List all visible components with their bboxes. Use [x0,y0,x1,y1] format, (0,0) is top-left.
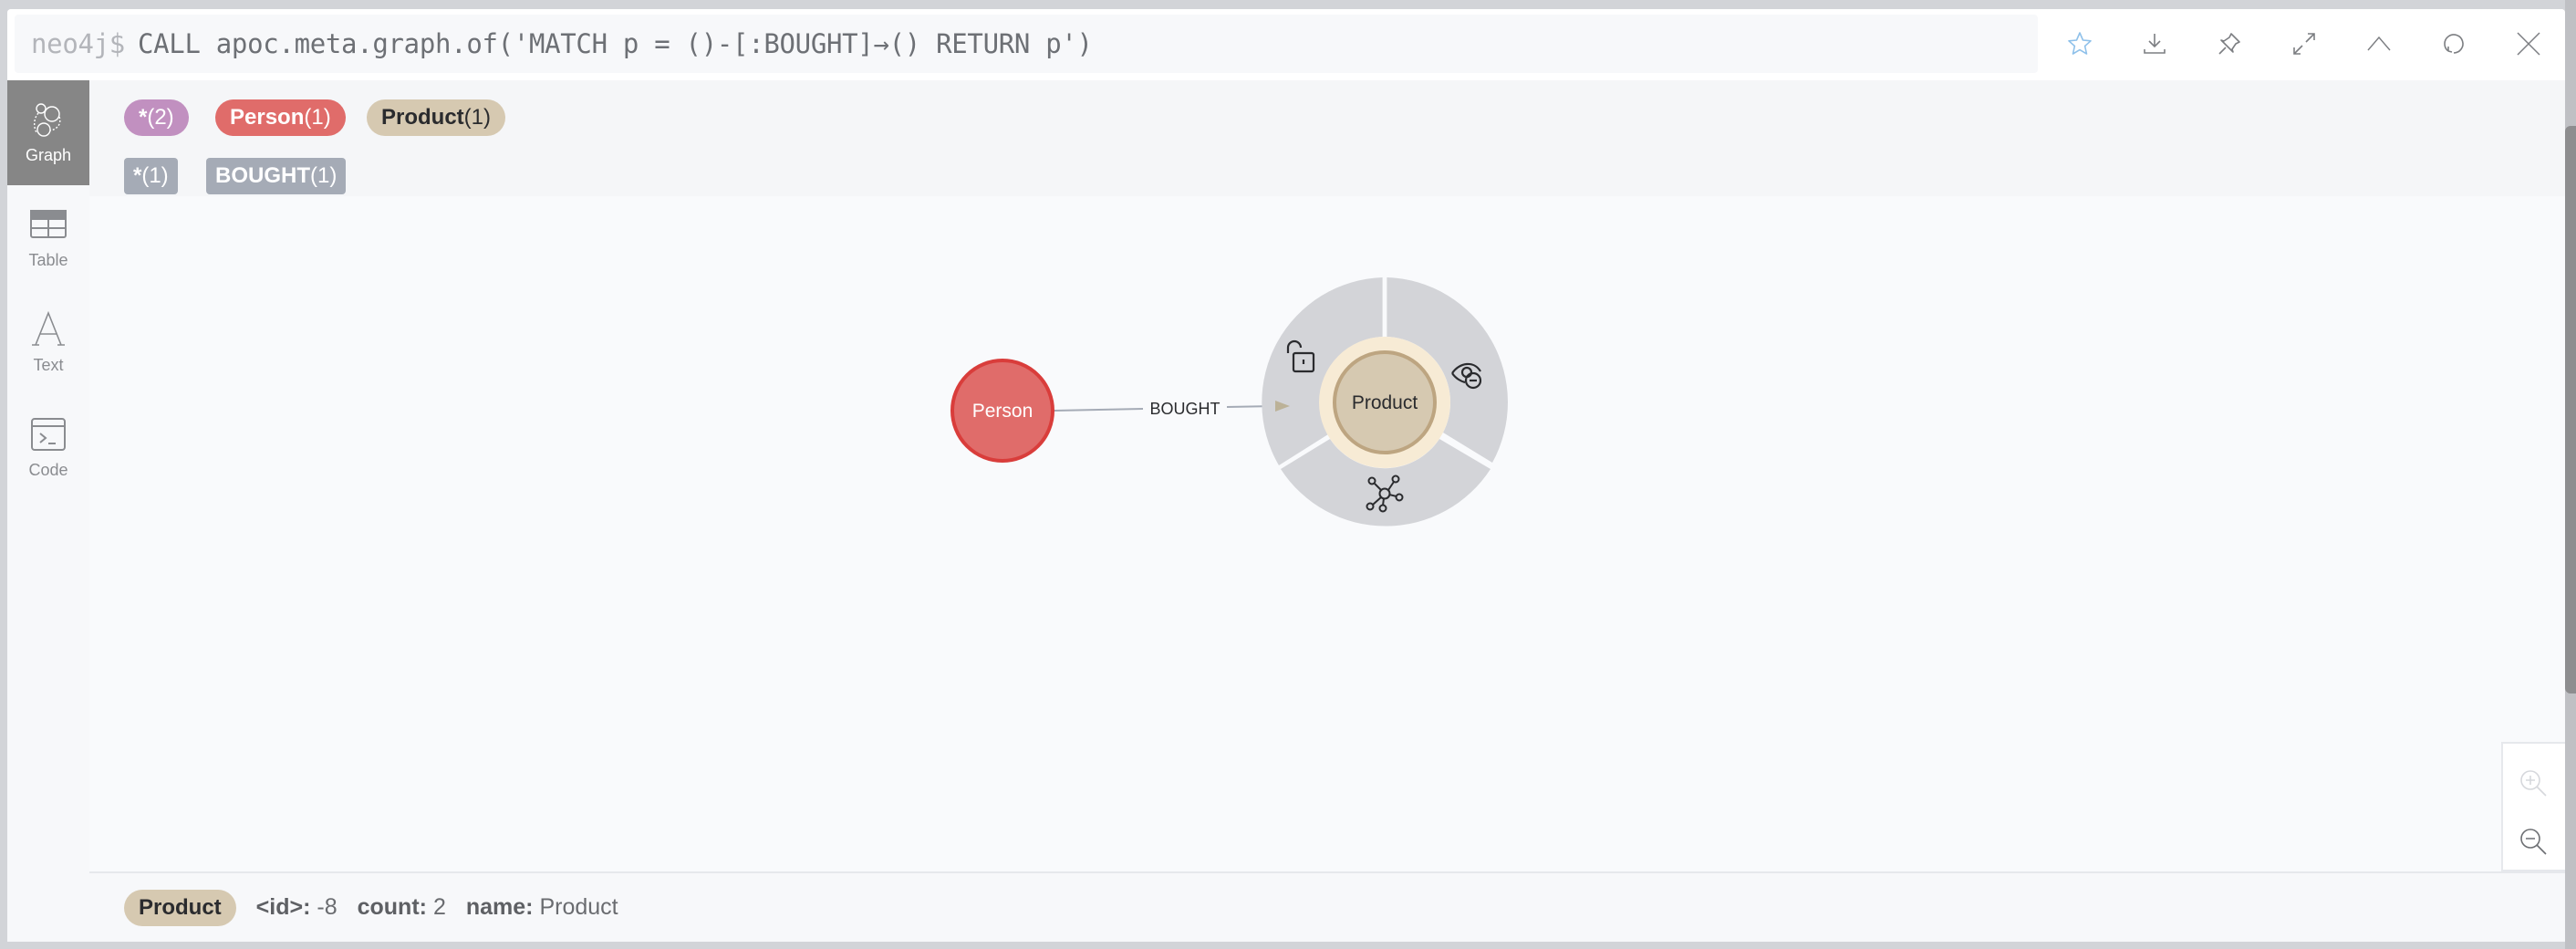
node-properties-footer: Product <id>: -8 count: 2 name: Product [89,871,2565,942]
graph-view: * (2) Person (1) Product (1) * (1) BOUGHT (1) [89,80,2565,942]
query-editor[interactable]: neo4j$ CALL apoc.meta.graph.of('MATCH p … [15,15,2038,73]
node-product[interactable]: Product [1333,350,1437,454]
legend-label-all[interactable]: * (2) [124,99,189,136]
query-text[interactable]: CALL apoc.meta.graph.of('MATCH p = ()-[:… [138,28,1093,59]
sidebar-item-code[interactable]: Code [7,395,89,500]
refresh-icon [2444,34,2464,54]
code-icon [31,418,66,451]
zoom-out-button[interactable] [2512,820,2556,864]
favorite-button[interactable] [2062,26,2098,62]
property-id: <id>: -8 [256,894,338,921]
fullscreen-button[interactable] [2286,26,2322,62]
property-name: name: Product [466,894,618,921]
legend-reltype-count: (1) [141,163,169,188]
relationship-caption: BOUGHT [1149,400,1220,418]
graph-svg[interactable]: BOUGHT Person Product [89,196,2565,871]
legend-reltype-name: * [133,163,142,188]
zoom-controls [2501,742,2565,871]
node-caption: Product [1352,392,1418,413]
property-value: -8 [317,894,338,920]
sidebar-item-label: Text [33,356,64,374]
property-value: 2 [432,894,446,920]
scrollbar[interactable] [2565,0,2576,949]
sidebar-item-label: Graph [25,146,72,164]
graph-canvas[interactable]: BOUGHT Person Product [89,196,2565,871]
legend-label-count: (1) [463,105,492,130]
expand-icon [2293,33,2315,55]
chevron-up-icon [2367,36,2391,51]
export-button[interactable] [2136,26,2173,62]
zoom-in-icon [2520,770,2547,797]
pin-button[interactable] [2211,26,2248,62]
zoom-out-icon [2520,829,2547,855]
close-icon [2517,32,2540,56]
view-sidebar: Graph Table Text Code [7,80,89,942]
pin-icon [2218,33,2240,55]
legend-reltype-count: (1) [310,163,338,188]
property-key: <id>: [255,894,311,920]
property-count: count: 2 [358,894,446,921]
node-caption: Person [972,401,1034,422]
legend-reltype-all[interactable]: * (1) [124,158,178,194]
legend-label-count: (2) [147,105,174,130]
node-person[interactable]: Person [950,359,1054,463]
close-button[interactable] [2510,26,2547,62]
frame-header: neo4j$ CALL apoc.meta.graph.of('MATCH p … [7,9,2565,80]
graph-icon [34,103,61,137]
sidebar-item-text[interactable]: Text [7,290,89,395]
zoom-in-button[interactable] [2512,762,2556,806]
rerun-button[interactable] [2436,26,2472,62]
selected-node-label[interactable]: Product [124,889,236,926]
legend-reltype-bought[interactable]: BOUGHT (1) [206,158,347,194]
collapse-button[interactable] [2361,26,2397,62]
sidebar-item-graph[interactable]: Graph [7,80,89,185]
star-icon [2068,32,2092,55]
relationship-bought[interactable]: BOUGHT [1054,400,1276,418]
download-icon [2144,34,2166,54]
sidebar-item-label: Code [28,461,68,479]
text-icon [32,310,65,346]
legend-label-name: Person [230,105,305,130]
legend-label-name: * [139,105,148,130]
result-frame: neo4j$ CALL apoc.meta.graph.of('MATCH p … [7,9,2565,942]
table-icon [30,210,67,238]
legend-reltype-name: BOUGHT [215,163,310,188]
property-key: name: [465,894,534,920]
property-value: Product [539,894,618,920]
legend-label-count: (1) [304,105,331,130]
legend-label-product[interactable]: Product (1) [367,99,506,136]
legend-bar: * (2) Person (1) Product (1) * (1) BOUGHT (1) [89,80,2565,196]
scrollbar-thumb[interactable] [2565,126,2576,694]
property-key: count: [357,894,427,920]
legend-label-name: Product [381,105,464,130]
sidebar-item-table[interactable]: Table [7,185,89,290]
legend-label-person[interactable]: Person (1) [215,99,346,136]
relationship-line-segment [1054,408,1144,412]
prompt-label: neo4j$ [31,28,125,59]
sidebar-item-label: Table [28,251,68,269]
